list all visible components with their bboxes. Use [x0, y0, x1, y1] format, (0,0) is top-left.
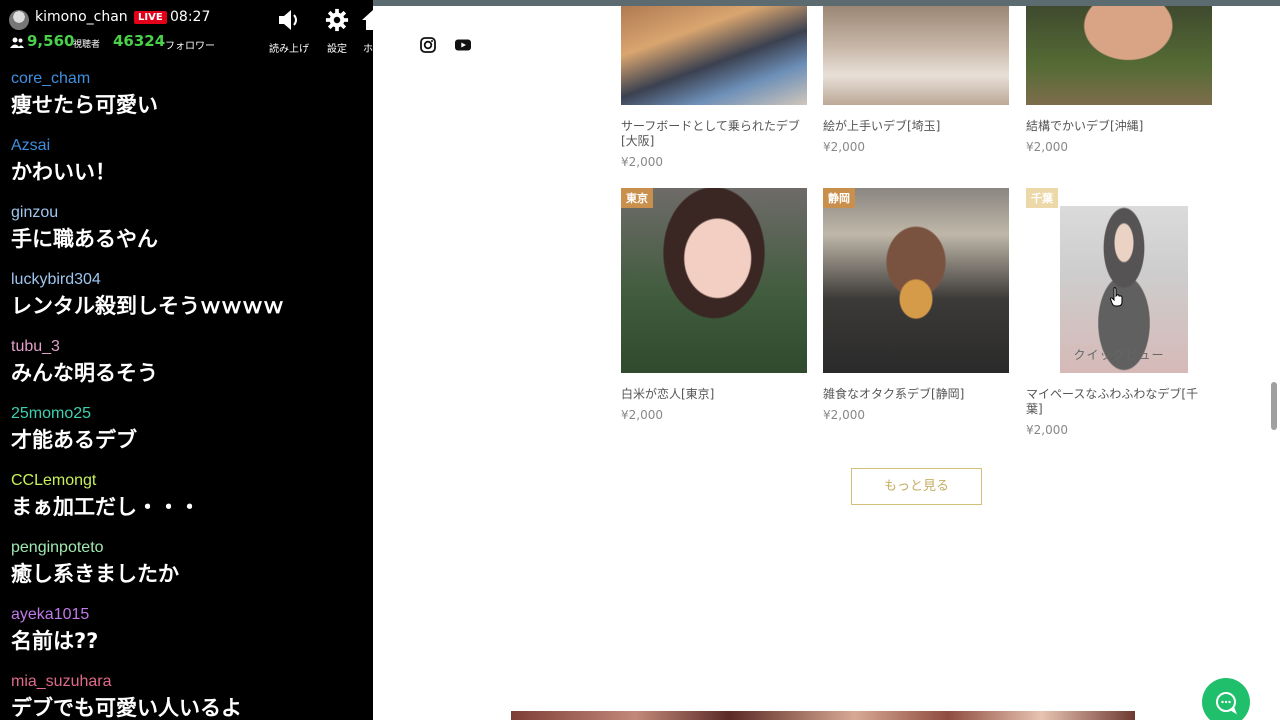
chat-message: luckybird304 レンタル殺到しそうｗｗｗｗ [0, 269, 373, 336]
region-tag: 静岡 [823, 188, 855, 208]
chat-text: 痩せたら可愛い [11, 93, 158, 117]
load-more-button[interactable]: もっと見る [851, 468, 982, 505]
product-title[interactable]: 結構でかいデブ[沖縄] [1026, 119, 1212, 134]
product-price: ¥2,000 [1026, 140, 1068, 154]
youtube-icon [455, 39, 471, 51]
home-label: ホ [363, 44, 373, 55]
chat-message: tubu_3 みんな明るそう [0, 336, 373, 403]
channel-name: kimono_chan [35, 9, 128, 25]
product-price: ¥2,000 [621, 408, 663, 422]
youtube-link[interactable] [454, 36, 472, 54]
home-button[interactable]: ホ [360, 8, 373, 55]
chat-username: ayeka1015 [11, 606, 90, 623]
chat-username: penginpoteto [11, 539, 104, 556]
chat-support-button[interactable] [1202, 678, 1250, 720]
product-title[interactable]: 絵が上手いデブ[埼玉] [823, 119, 1009, 134]
chat-username: CCLemongt [11, 472, 97, 489]
home-icon [362, 10, 373, 30]
product-price: ¥2,000 [1026, 423, 1068, 437]
chat-message: ginzou 手に職あるやん [0, 202, 373, 269]
speaker-icon [279, 10, 297, 30]
quick-view-label[interactable]: クイックビュー [1026, 346, 1212, 363]
chat-bubble-icon [1216, 692, 1238, 715]
product-title[interactable]: サーフボードとして乗られたデブ[大阪] [621, 119, 807, 149]
chat-text: 癒し系きましたか [11, 562, 179, 586]
region-tag: 東京 [621, 188, 653, 208]
chat-text: レンタル殺到しそうｗｗｗｗ [11, 294, 284, 318]
product-card[interactable]: 千葉 クイックビュー マイペースなふわふわなデブ[千葉] ¥2,000 [1026, 188, 1212, 437]
chat-text: みんな明るそう [11, 361, 158, 385]
instagram-icon [420, 37, 436, 53]
read-aloud-label: 読み上げ [269, 44, 309, 55]
stream-header: kimono_chan LIVE 08:27 9,560 視聴者 46324 フ… [0, 0, 373, 60]
chat-list[interactable]: core_cham 痩せたら可愛い Azsai かわいい！ ginzou 手に職… [0, 68, 373, 720]
product-title[interactable]: 雑食なオタク系デブ[静岡] [823, 387, 1009, 402]
chat-message: CCLemongt まぁ加工だし・・・ [0, 470, 373, 537]
product-card[interactable]: サーフボードとして乗られたデブ[大阪] ¥2,000 [621, 6, 807, 169]
chat-message: Azsai かわいい！ [0, 135, 373, 202]
chat-username: core_cham [11, 70, 91, 87]
product-image[interactable] [1026, 6, 1212, 105]
product-card[interactable]: 結構でかいデブ[沖縄] ¥2,000 [1026, 6, 1212, 154]
product-image[interactable]: 静岡 [823, 188, 1009, 373]
scrollbar-thumb[interactable] [1271, 382, 1277, 430]
chat-username: tubu_3 [11, 338, 60, 355]
instagram-link[interactable] [419, 36, 437, 54]
chat-text: 名前は?? [11, 629, 99, 653]
product-card[interactable]: 静岡 雑食なオタク系デブ[静岡] ¥2,000 [823, 188, 1009, 422]
chat-username: luckybird304 [11, 271, 101, 288]
product-image[interactable] [621, 6, 807, 105]
read-aloud-button[interactable]: 読み上げ [266, 8, 312, 55]
shop-page: サーフボードとして乗られたデブ[大阪] ¥2,000 絵が上手いデブ[埼玉] ¥… [373, 0, 1280, 720]
chat-text: かわいい！ [11, 160, 116, 184]
chat-text: 才能あるデブ [11, 428, 137, 452]
stream-time: 08:27 [170, 9, 211, 25]
chat-message: ayeka1015 名前は?? [0, 604, 373, 671]
chat-message: penginpoteto 癒し系きましたか [0, 537, 373, 604]
product-price: ¥2,000 [621, 155, 663, 169]
follower-count: 46324 [113, 32, 166, 50]
settings-button[interactable]: 設定 [320, 8, 354, 55]
product-card[interactable]: 絵が上手いデブ[埼玉] ¥2,000 [823, 6, 1009, 154]
product-image[interactable]: 東京 [621, 188, 807, 373]
product-image[interactable]: 千葉 クイックビュー [1026, 188, 1212, 373]
avatar [9, 10, 29, 30]
chat-text: 手に職あるやん [11, 227, 158, 251]
chat-message: 25momo25 才能あるデブ [0, 403, 373, 470]
stream-chat-panel: kimono_chan LIVE 08:27 9,560 視聴者 46324 フ… [0, 0, 373, 720]
product-title[interactable]: 白米が恋人[東京] [621, 387, 807, 402]
chat-username: ginzou [11, 204, 59, 221]
settings-label: 設定 [327, 44, 347, 55]
follower-label: フォロワー [165, 41, 215, 52]
viewer-label: 視聴者 [73, 40, 101, 50]
product-title[interactable]: マイペースなふわふわなデブ[千葉] [1026, 387, 1212, 417]
live-badge: LIVE [134, 11, 167, 24]
chat-message: mia_suzuhara デブでも可愛い人いるよ [0, 671, 373, 720]
chat-text: デブでも可愛い人いるよ [11, 696, 242, 720]
chat-message: core_cham 痩せたら可愛い [0, 68, 373, 135]
viewers-icon [10, 37, 24, 48]
bottom-banner-image [511, 711, 1135, 720]
chat-username: mia_suzuhara [11, 673, 112, 690]
region-tag: 千葉 [1026, 188, 1058, 208]
chat-username: 25momo25 [11, 405, 92, 422]
gear-icon [325, 8, 349, 32]
product-card[interactable]: 東京 白米が恋人[東京] ¥2,000 [621, 188, 807, 422]
product-price: ¥2,000 [823, 140, 865, 154]
mouse-cursor-icon [1110, 287, 1123, 307]
chat-username: Azsai [11, 137, 51, 154]
chat-text: まぁ加工だし・・・ [11, 495, 200, 519]
viewer-count: 9,560 [27, 32, 75, 50]
scrollbar[interactable] [1268, 6, 1280, 720]
product-image[interactable] [823, 6, 1009, 105]
product-price: ¥2,000 [823, 408, 865, 422]
